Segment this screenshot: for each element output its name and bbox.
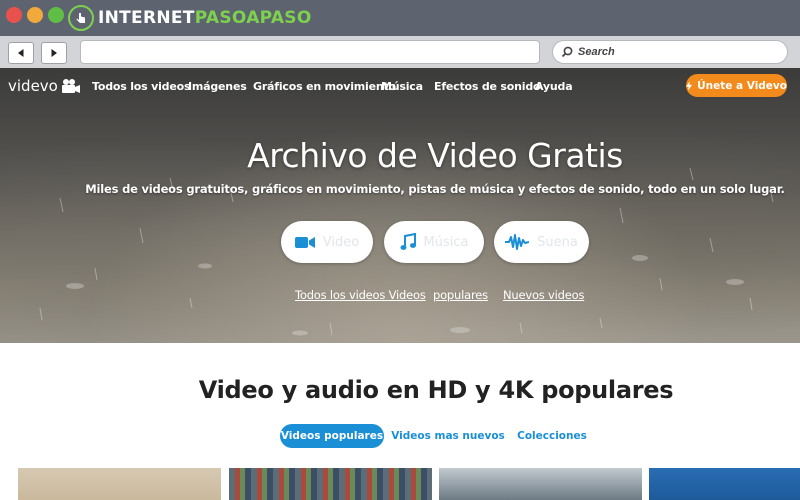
hero-subtitle: Miles de videos gratuitos, gráficos en m… bbox=[85, 182, 785, 196]
section-title: Video y audio en HD y 4K populares bbox=[198, 376, 674, 404]
music-category-button[interactable]: Música bbox=[384, 221, 484, 263]
close-window-button[interactable] bbox=[6, 7, 22, 23]
browser-toolbar bbox=[0, 36, 800, 68]
video-thumbnail[interactable] bbox=[18, 468, 221, 500]
link-new-videos[interactable]: Nuevos videos bbox=[503, 288, 584, 302]
join-button[interactable]: Únete a Videvo bbox=[686, 74, 787, 97]
join-label: Únete a Videvo bbox=[697, 79, 787, 92]
nav-help[interactable]: Ayuda bbox=[535, 80, 573, 93]
camera-icon bbox=[61, 79, 80, 93]
arrow-right-icon bbox=[51, 49, 57, 57]
maximize-window-button[interactable] bbox=[48, 7, 64, 23]
link-popular[interactable]: populares bbox=[433, 288, 488, 302]
nav-all-videos[interactable]: Todos los videos bbox=[92, 80, 190, 93]
link-all-videos[interactable]: Todos los videos Videos bbox=[295, 288, 426, 302]
lightning-icon bbox=[686, 80, 693, 91]
brand-pasoapaso: PASOAPASO bbox=[194, 8, 312, 28]
nav-sound-effects[interactable]: Efectos de sonido bbox=[434, 80, 541, 93]
sounds-category-button[interactable]: Suena bbox=[494, 221, 589, 263]
watermark-logo: INTERNET PASOAPASO bbox=[68, 4, 312, 32]
tab-newest-videos[interactable]: Videos mas nuevos bbox=[391, 424, 505, 448]
sounds-pill-label: Suena bbox=[537, 234, 578, 250]
waveform-icon bbox=[505, 234, 530, 250]
video-camera-icon bbox=[294, 236, 315, 248]
tab-collections[interactable]: Colecciones bbox=[517, 424, 587, 448]
nav-motion-graphics[interactable]: Gráficos en movimiento bbox=[253, 80, 396, 93]
music-pill-label: Música bbox=[423, 234, 469, 250]
hand-cursor-icon bbox=[68, 5, 94, 31]
video-category-button[interactable]: Video bbox=[281, 221, 373, 263]
video-pill-label: Video bbox=[322, 234, 360, 250]
window-titlebar: INTERNET PASOAPASO bbox=[0, 0, 800, 36]
video-thumbnail[interactable] bbox=[649, 468, 800, 500]
tab-popular-videos[interactable]: Videos populares bbox=[280, 424, 384, 448]
nav-music[interactable]: Música bbox=[381, 80, 423, 93]
forward-button[interactable] bbox=[41, 42, 67, 64]
music-note-icon bbox=[400, 233, 416, 250]
site-navbar: videvo Todos los videos Imágenes Gráfico… bbox=[0, 68, 800, 104]
brand-internet: INTERNET bbox=[98, 8, 195, 28]
hero-banner: videvo Todos los videos Imágenes Gráfico… bbox=[0, 68, 800, 343]
video-thumbnail[interactable] bbox=[439, 468, 642, 500]
browser-search-field[interactable] bbox=[552, 40, 788, 64]
arrow-left-icon bbox=[18, 49, 24, 57]
browser-search-input[interactable] bbox=[576, 45, 770, 59]
videvo-logo[interactable]: videvo bbox=[8, 77, 81, 95]
address-bar[interactable] bbox=[80, 40, 540, 64]
nav-images[interactable]: Imágenes bbox=[188, 80, 247, 93]
back-button[interactable] bbox=[8, 42, 34, 64]
logo-text: videvo bbox=[8, 77, 58, 95]
minimize-window-button[interactable] bbox=[27, 7, 43, 23]
hero-title: Archivo de Video Gratis bbox=[247, 136, 623, 175]
search-icon bbox=[561, 46, 573, 58]
video-thumbnail[interactable] bbox=[229, 468, 432, 500]
